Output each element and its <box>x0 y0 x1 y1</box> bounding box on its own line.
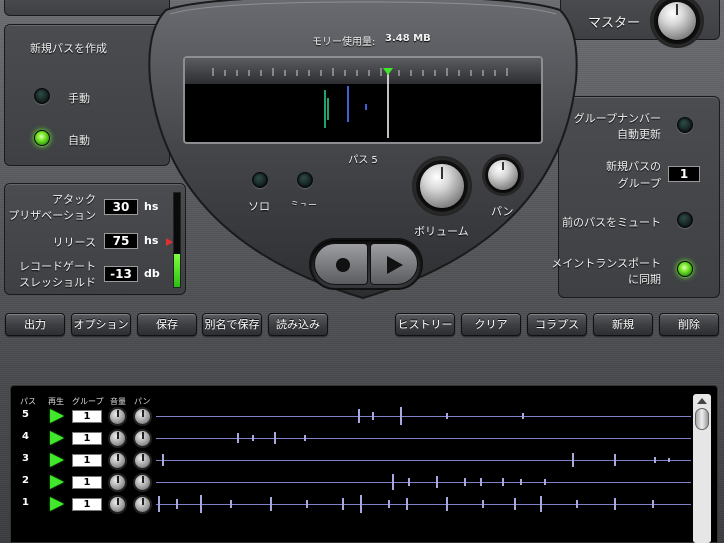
mute-led[interactable] <box>297 172 313 188</box>
solo-led[interactable] <box>252 172 268 188</box>
history-button[interactable]: ヒストリー <box>395 313 455 336</box>
track-pan-knob[interactable] <box>133 451 152 470</box>
track-waveform <box>156 504 691 505</box>
track-play-icon[interactable] <box>50 431 64 445</box>
auto-led[interactable] <box>34 130 50 146</box>
memory-value: 3.48 MB <box>385 33 431 44</box>
release-label: リリース <box>52 236 96 249</box>
track-row[interactable]: 1 1 <box>16 494 691 516</box>
track-number: 2 <box>22 475 29 486</box>
waveform-display <box>183 56 543 144</box>
track-pan-knob[interactable] <box>133 495 152 514</box>
track-row[interactable]: 3 1 <box>16 450 691 472</box>
play-icon <box>387 256 403 274</box>
track-play-icon[interactable] <box>50 475 64 489</box>
load-button[interactable]: 読み込み <box>268 313 328 336</box>
track-waveform <box>156 460 691 461</box>
track-pan-knob[interactable] <box>133 429 152 448</box>
top-left-strip <box>4 0 170 16</box>
play-button[interactable] <box>370 243 418 285</box>
track-volume-knob[interactable] <box>108 451 127 470</box>
solo-label: ソロ <box>248 200 270 213</box>
record-icon <box>336 258 350 272</box>
track-waveform <box>156 416 691 417</box>
mute-prev-led[interactable] <box>677 212 693 228</box>
collapse-button[interactable]: コラプス <box>527 313 587 336</box>
manual-label: 手動 <box>68 92 90 105</box>
master-volume-knob[interactable] <box>650 0 704 48</box>
delete-button[interactable]: 削除 <box>659 313 719 336</box>
scroll-thumb[interactable] <box>695 408 709 430</box>
record-button[interactable] <box>314 243 368 285</box>
new-pass-group-value[interactable]: 1 <box>668 166 700 182</box>
mute-label: ミュート <box>290 201 318 206</box>
track-row[interactable]: 2 1 <box>16 472 691 494</box>
group-auto-led[interactable] <box>677 117 693 133</box>
pan-label: パン <box>491 205 514 218</box>
track-number: 1 <box>22 497 29 508</box>
track-waveform <box>156 482 691 483</box>
memory-label: モリー使用量: <box>312 37 376 48</box>
release-value[interactable]: 75 <box>104 233 138 249</box>
manual-led[interactable] <box>34 88 50 104</box>
pan-knob[interactable] <box>482 154 524 196</box>
options-button[interactable]: オプション <box>71 313 131 336</box>
track-play-icon[interactable] <box>50 409 64 423</box>
scroll-up-icon[interactable] <box>697 398 707 404</box>
volume-knob[interactable] <box>412 156 472 216</box>
save-as-button[interactable]: 別名で保存 <box>202 313 262 336</box>
meter-pass-label: パス 5 <box>348 155 378 166</box>
track-group-field[interactable]: 1 <box>72 454 102 467</box>
auto-label: 自動 <box>68 134 90 147</box>
volume-label: ボリューム <box>414 225 469 238</box>
clear-button[interactable]: クリア <box>461 313 521 336</box>
gate-label-1: レコードゲート <box>19 260 96 273</box>
track-group-field[interactable]: 1 <box>72 476 102 489</box>
sync-led[interactable] <box>677 261 693 277</box>
output-button[interactable]: 出力 <box>5 313 65 336</box>
gate-value[interactable]: -13 <box>104 266 138 282</box>
attack-value[interactable]: 30 <box>104 199 138 215</box>
track-pan-knob[interactable] <box>133 473 152 492</box>
save-button[interactable]: 保存 <box>137 313 197 336</box>
attack-label-1: アタック <box>52 193 96 206</box>
track-play-icon[interactable] <box>50 453 64 467</box>
track-number: 3 <box>22 453 29 464</box>
track-volume-knob[interactable] <box>108 473 127 492</box>
track-number: 4 <box>22 431 29 442</box>
track-group-field[interactable]: 1 <box>72 410 102 423</box>
track-group-field[interactable]: 1 <box>72 498 102 511</box>
gate-label-2: スレッショルド <box>19 276 96 289</box>
track-volume-knob[interactable] <box>108 407 127 426</box>
track-volume-knob[interactable] <box>108 429 127 448</box>
master-label: マスター <box>588 16 641 31</box>
track-volume-knob[interactable] <box>108 495 127 514</box>
track-number: 5 <box>22 409 29 420</box>
tracks-scrollbar[interactable] <box>693 394 711 543</box>
track-row[interactable]: 5 1 <box>16 406 691 428</box>
new-pass-title: 新規パスを作成 <box>30 42 107 55</box>
attack-label-2: プリザベーション <box>8 209 96 222</box>
track-group-field[interactable]: 1 <box>72 432 102 445</box>
track-play-icon[interactable] <box>50 497 64 511</box>
new-button[interactable]: 新規 <box>593 313 653 336</box>
track-row[interactable]: 4 1 <box>16 428 691 450</box>
track-pan-knob[interactable] <box>133 407 152 426</box>
